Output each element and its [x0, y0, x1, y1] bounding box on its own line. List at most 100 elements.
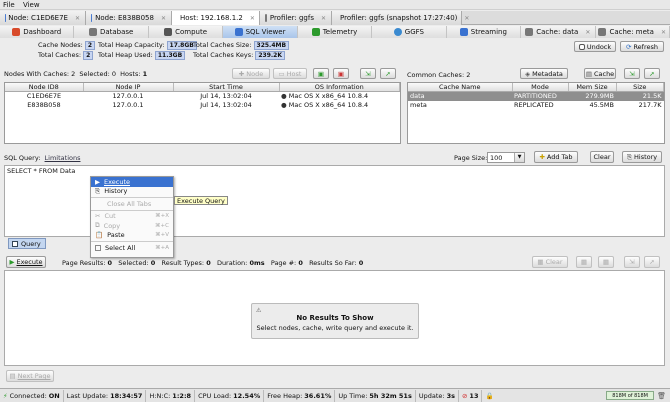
- close-icon[interactable]: ✕: [250, 15, 255, 22]
- history-button[interactable]: ⎘ History: [622, 151, 662, 163]
- cell-mode: REPLICATED: [514, 101, 554, 109]
- column-header[interactable]: Mem Size: [568, 83, 617, 92]
- results-summary: Page Results: 0 Selected: 0 Result Types…: [62, 259, 363, 267]
- memory-bar: 818M of 818M: [606, 391, 655, 400]
- close-icon[interactable]: ✕: [661, 29, 666, 36]
- table-row[interactable]: data PARTITIONED 279.9MB 21.5K: [408, 91, 664, 101]
- status-label: Update:: [418, 391, 445, 400]
- results-tool-button[interactable]: ➚: [644, 256, 660, 268]
- menu-item-cut[interactable]: ✂ Cut ⌘+X: [91, 212, 173, 222]
- close-icon[interactable]: ✕: [585, 29, 590, 36]
- cell-os-text: Mac OS X x86_64 10.8.4: [288, 92, 369, 101]
- column-header[interactable]: Node ID8: [5, 83, 84, 92]
- column-header[interactable]: Size: [616, 83, 664, 92]
- undock-button[interactable]: Undock: [574, 41, 616, 52]
- results-tool-button[interactable]: ⇲: [624, 256, 640, 268]
- tab-compute[interactable]: Compute: [148, 26, 224, 38]
- metadata-button[interactable]: ◈ Metadata: [520, 68, 568, 79]
- tab-label: Database: [99, 28, 134, 36]
- cache-icon: ▤: [585, 69, 592, 78]
- close-icon[interactable]: ✕: [75, 15, 80, 22]
- next-page-button[interactable]: ▤ Next Page: [6, 370, 54, 382]
- menu-item-select-all[interactable]: Select All ⌘+A: [91, 243, 173, 253]
- dashboard-icon: [12, 28, 21, 36]
- status-bar: ⚡ Connected: ON Last Update: 18:34:57 H:N:C…: [0, 388, 670, 402]
- close-icon[interactable]: ✕: [464, 15, 469, 22]
- tab-database[interactable]: Database: [74, 26, 149, 38]
- tab-node-2[interactable]: Node: E838B058 ✕: [86, 11, 172, 25]
- export-nodes-button[interactable]: ⇲: [360, 68, 376, 79]
- column-header[interactable]: Cache Name: [408, 83, 513, 92]
- status-alerts[interactable]: ⊘ 13: [459, 389, 483, 402]
- caches-table: Cache Name Mode Mem Size Size data PARTI…: [407, 82, 665, 144]
- tab-label: Node: E838B058: [95, 14, 154, 22]
- add-tab-button[interactable]: ✚ Add Tab: [534, 151, 578, 163]
- tab-sql-viewer[interactable]: SQL Viewer: [223, 26, 298, 38]
- table-row[interactable]: C1ED6E7E 127.0.0.1 Jul 14, 13:02:04 ● Ma…: [5, 92, 400, 101]
- clear-results-button[interactable]: ▦ Clear: [532, 256, 568, 268]
- tab-host[interactable]: Host: 192.168.1.2 ✕: [172, 11, 260, 25]
- execute-button[interactable]: ▶ Execute: [6, 256, 46, 268]
- result-types-value: 0: [206, 259, 211, 267]
- host-button[interactable]: ▭ Host: [273, 68, 307, 79]
- node-tab-strip: Node: C1ED6E7E ✕ Node: E838B058 ✕ Host: 19…: [0, 11, 670, 25]
- cell-os: ● Mac OS X x86_64 10.8.4: [279, 92, 400, 101]
- column-header[interactable]: Mode: [512, 83, 569, 92]
- memory-indicator[interactable]: 818M of 818M 🗑: [606, 391, 666, 400]
- tab-cache-data[interactable]: Cache: data ✕: [521, 26, 596, 38]
- tab-query[interactable]: Query: [8, 238, 46, 249]
- menu-item-copy[interactable]: ⧉ Copy ⌘+C: [91, 221, 173, 231]
- stat-label: Cache Nodes:: [38, 41, 83, 49]
- column-header[interactable]: Start Time: [173, 83, 280, 92]
- tab-profiler[interactable]: Profiler: ggfs ✕: [260, 11, 332, 25]
- select-all-nodes-button[interactable]: ▣: [313, 68, 329, 79]
- refresh-button[interactable]: ⟳ Refresh: [620, 41, 664, 52]
- column-header[interactable]: Node IP: [83, 83, 174, 92]
- stat-label: Total Caches Size:: [193, 41, 252, 49]
- heap-used-stat: Total Heap Used: 11.3GB: [98, 51, 186, 60]
- export-caches-button[interactable]: ⇲: [624, 68, 640, 79]
- deselect-nodes-button[interactable]: ▣: [333, 68, 349, 79]
- status-label: Free Heap:: [267, 391, 303, 400]
- menu-item-close-all-tabs[interactable]: Close All Tabs: [91, 199, 173, 209]
- menu-item-label: Copy: [103, 221, 121, 230]
- tab-profiler-snapshot[interactable]: Profiler: ggfs (snapshot 17:27:40) ✕: [332, 11, 469, 25]
- clear-query-button[interactable]: Clear: [590, 151, 614, 163]
- results-tool-button[interactable]: ▦: [576, 256, 592, 268]
- tab-telemetry[interactable]: Telemetry: [297, 26, 373, 38]
- compute-icon: [164, 28, 173, 36]
- page-size-select[interactable]: 100 ▼: [487, 152, 525, 163]
- button-label: Next Page: [17, 372, 51, 380]
- tab-cache-meta[interactable]: Cache: meta ✕: [595, 26, 670, 38]
- cache-icon: [598, 28, 607, 36]
- empty-title: No Results To Show: [296, 314, 374, 322]
- share-nodes-button[interactable]: ➚: [380, 68, 396, 79]
- tab-label: SQL Viewer: [245, 28, 286, 36]
- menu-item-execute[interactable]: ▶ Execute: [91, 177, 173, 187]
- status-lock[interactable]: 🔒: [482, 390, 496, 402]
- stat-value: 325.4MB: [253, 41, 290, 50]
- cache-button[interactable]: ▤ Cache: [584, 68, 616, 79]
- tab-streaming[interactable]: Streaming: [446, 26, 522, 38]
- close-icon[interactable]: ✕: [161, 15, 166, 22]
- tab-node-1[interactable]: Node: C1ED6E7E ✕: [0, 11, 86, 25]
- tab-ggfs[interactable]: GGFS: [372, 26, 447, 38]
- column-header[interactable]: OS Information: [279, 83, 400, 92]
- limitations-link[interactable]: Limitations: [45, 154, 81, 162]
- node-button[interactable]: ✚ Node: [232, 68, 270, 79]
- button-label: Add Tab: [546, 153, 573, 161]
- export-icon: ⇲: [629, 69, 635, 78]
- tab-dashboard[interactable]: Dashboard: [0, 26, 75, 38]
- menu-file[interactable]: File: [0, 0, 18, 10]
- button-label: Execute: [16, 258, 43, 266]
- status-label: CPU Load:: [198, 391, 232, 400]
- menu-item-paste[interactable]: 📋 Paste ⌘+V: [91, 231, 173, 241]
- results-tool-button[interactable]: ▦: [598, 256, 614, 268]
- menu-item-history[interactable]: ⎘ History: [91, 187, 173, 197]
- share-caches-button[interactable]: ➚: [644, 68, 660, 79]
- table-row[interactable]: meta REPLICATED 45.5MB 217.7K: [408, 101, 664, 110]
- table-row[interactable]: E838B058 127.0.0.1 Jul 14, 13:02:04 ● Ma…: [5, 101, 400, 110]
- close-icon[interactable]: ✕: [321, 15, 326, 22]
- menu-view[interactable]: View: [20, 0, 43, 10]
- page-size-value: 100: [490, 153, 503, 162]
